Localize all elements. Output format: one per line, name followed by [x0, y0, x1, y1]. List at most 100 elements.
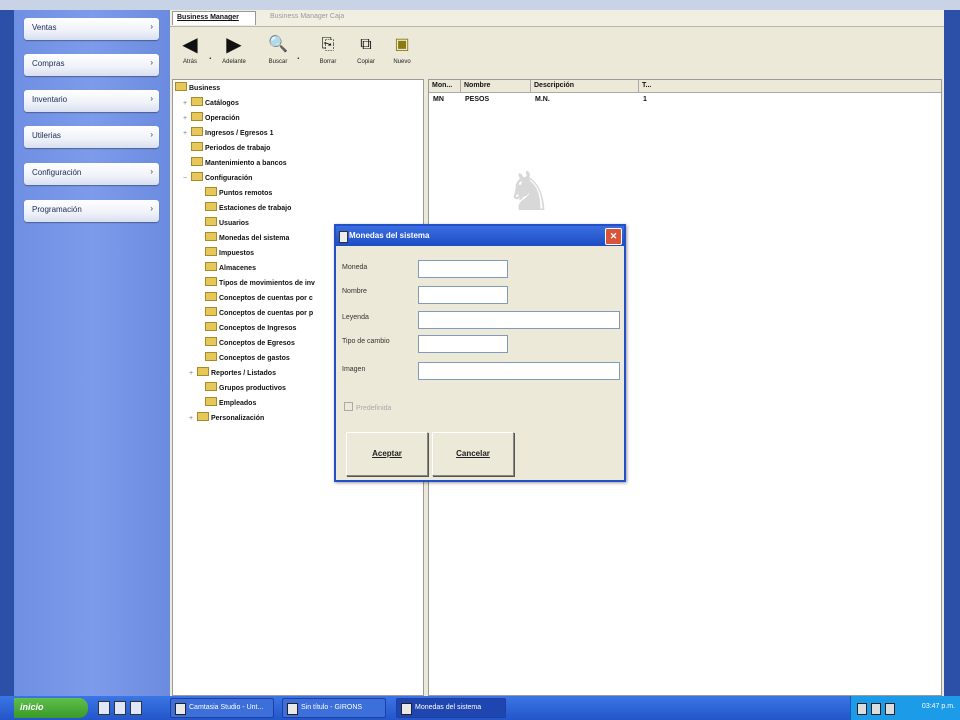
folder-icon — [191, 97, 203, 106]
field-label-tipo-cambio: Tipo de cambio — [342, 338, 390, 345]
tab-business-manager-caja[interactable]: Business Manager Caja — [266, 11, 376, 25]
column-header-tipo[interactable]: T... — [639, 80, 941, 93]
tree-item[interactable]: Impuestos — [197, 247, 254, 260]
close-icon[interactable]: ✕ — [605, 228, 622, 245]
folder-icon — [205, 202, 217, 211]
task-monedas[interactable]: Monedas del sistema — [396, 698, 506, 718]
tree-expander-icon[interactable]: + — [183, 100, 191, 107]
tree-item[interactable]: − Configuración — [183, 172, 252, 185]
start-button[interactable]: inicio — [14, 698, 88, 718]
tray-icon[interactable] — [885, 703, 895, 715]
tree-item-label: Reportes / Listados — [211, 370, 276, 377]
tree-root[interactable]: Business — [175, 82, 220, 95]
column-header-moneda[interactable]: Mon... — [429, 80, 461, 93]
horse-watermark-icon: ♞ — [504, 162, 554, 222]
cell-moneda: MN — [433, 96, 444, 103]
tree-item[interactable]: Conceptos de Egresos — [197, 337, 295, 350]
forward-button[interactable]: ▶ Adelante — [216, 31, 252, 75]
folder-icon — [175, 82, 187, 91]
nombre-input[interactable] — [418, 286, 508, 304]
tree-item-label: Conceptos de gastos — [219, 355, 290, 362]
folder-icon — [205, 382, 217, 391]
tray-icon[interactable] — [857, 703, 867, 715]
tree-item[interactable]: Empleados — [197, 397, 256, 410]
predefinida-checkbox[interactable]: Predefinida — [344, 402, 391, 412]
tree-item[interactable]: Puntos remotos — [197, 187, 272, 200]
tray-icon[interactable] — [871, 703, 881, 715]
dialog-title-bar[interactable]: Monedas del sistema ✕ — [336, 226, 624, 246]
field-label-moneda: Moneda — [342, 264, 368, 271]
tree-item-label: Conceptos de Egresos — [219, 340, 295, 347]
field-label-nombre: Nombre — [342, 288, 367, 295]
app-icon — [175, 703, 186, 715]
window-icon — [339, 231, 348, 243]
sidebar-item-ventas[interactable]: Ventas › — [24, 18, 159, 40]
tree-item[interactable]: Conceptos de cuentas por c — [197, 292, 313, 305]
column-header-nombre[interactable]: Nombre — [461, 80, 531, 93]
folder-icon — [205, 187, 217, 196]
tree-expander-icon[interactable]: + — [183, 115, 191, 122]
accept-button[interactable]: Aceptar — [346, 432, 428, 476]
sidebar-item-programacion[interactable]: Programación › — [24, 200, 159, 222]
sidebar-item-label: Programación — [32, 205, 82, 214]
tree-item[interactable]: Usuarios — [197, 217, 249, 230]
delete-icon: ⎘ — [321, 36, 335, 53]
tree-expander-icon[interactable]: + — [183, 130, 191, 137]
folder-icon — [205, 277, 217, 286]
sidebar-item-compras[interactable]: Compras › — [24, 54, 159, 76]
tree-item[interactable]: + Ingresos / Egresos 1 — [183, 127, 273, 140]
tree-item-label: Conceptos de cuentas por c — [219, 295, 313, 302]
moneda-input[interactable] — [418, 260, 508, 278]
forward-arrow-icon: ▶ — [226, 34, 242, 56]
leyenda-input[interactable] — [418, 311, 620, 329]
sidebar-item-inventario[interactable]: Inventario › — [24, 90, 159, 112]
tree-item[interactable]: Conceptos de cuentas por p — [197, 307, 313, 320]
tree-item[interactable]: + Personalización — [189, 412, 264, 425]
tree-item-label: Conceptos de cuentas por p — [219, 310, 314, 317]
search-button[interactable]: 🔍 Buscar — [260, 31, 296, 75]
task-label: Monedas del sistema — [415, 704, 482, 711]
explorer-icon[interactable] — [114, 701, 126, 715]
back-button[interactable]: ◀ Atrás — [172, 31, 208, 75]
tree-item[interactable]: Mantenimiento a bancos — [183, 157, 287, 170]
tipo-cambio-input[interactable] — [418, 335, 508, 353]
tree-item[interactable]: Monedas del sistema — [197, 232, 289, 245]
tree-item[interactable]: + Catálogos — [183, 97, 239, 110]
tree-item-label: Puntos remotos — [219, 190, 273, 197]
imagen-input[interactable] — [418, 362, 620, 380]
dialog-title: Monedas del sistema — [349, 231, 430, 240]
copy-button[interactable]: ⧉ Copiar — [348, 31, 384, 75]
tree-item[interactable]: Conceptos de Ingresos — [197, 322, 296, 335]
chevron-right-icon: › — [150, 130, 153, 139]
tree-item[interactable]: Periodos de trabajo — [183, 142, 270, 155]
back-arrow-icon: ◀ — [182, 34, 198, 56]
task-label: Sin título - GIRONS — [301, 704, 363, 711]
tree-item[interactable]: + Reportes / Listados — [189, 367, 276, 380]
tree-item[interactable]: Estaciones de trabajo — [197, 202, 291, 215]
tree-item[interactable]: Almacenes — [197, 262, 256, 275]
delete-label: Borrar — [319, 59, 337, 65]
copy-label: Copiar — [357, 59, 375, 65]
sidebar-item-configuracion[interactable]: Configuración › — [24, 163, 159, 185]
tree-expander-icon[interactable]: + — [189, 370, 197, 377]
tree-item[interactable]: Tipos de movimientos de inv — [197, 277, 315, 290]
tree-item[interactable]: Grupos productivos — [197, 382, 286, 395]
sidebar-item-label: Inventario — [32, 95, 68, 104]
task-document[interactable]: Sin título - GIRONS — [282, 698, 386, 718]
tab-bar: Business Manager Business Manager Caja — [170, 10, 944, 27]
new-button[interactable]: ▣ Nuevo — [384, 31, 420, 75]
sidebar-item-utilerias[interactable]: Utilerias › — [24, 126, 159, 148]
tree-item[interactable]: Conceptos de gastos — [197, 352, 290, 365]
tree-expander-icon[interactable]: − — [183, 175, 191, 182]
desktop-icon[interactable] — [98, 701, 110, 715]
column-header-descripcion[interactable]: Descripción — [531, 80, 639, 93]
task-camtasia[interactable]: Camtasia Studio - Unt... — [170, 698, 274, 718]
cancel-button[interactable]: Cancelar — [432, 432, 514, 476]
delete-button[interactable]: ⎘ Borrar — [310, 31, 346, 75]
tab-business-manager[interactable]: Business Manager — [172, 11, 256, 25]
tree-item-label: Tipos de movimientos de inv — [219, 280, 315, 287]
tree-expander-icon[interactable]: + — [189, 415, 197, 422]
browser-icon[interactable] — [130, 701, 142, 715]
tree-item-label: Catálogos — [205, 100, 239, 107]
tree-item[interactable]: + Operación — [183, 112, 240, 125]
